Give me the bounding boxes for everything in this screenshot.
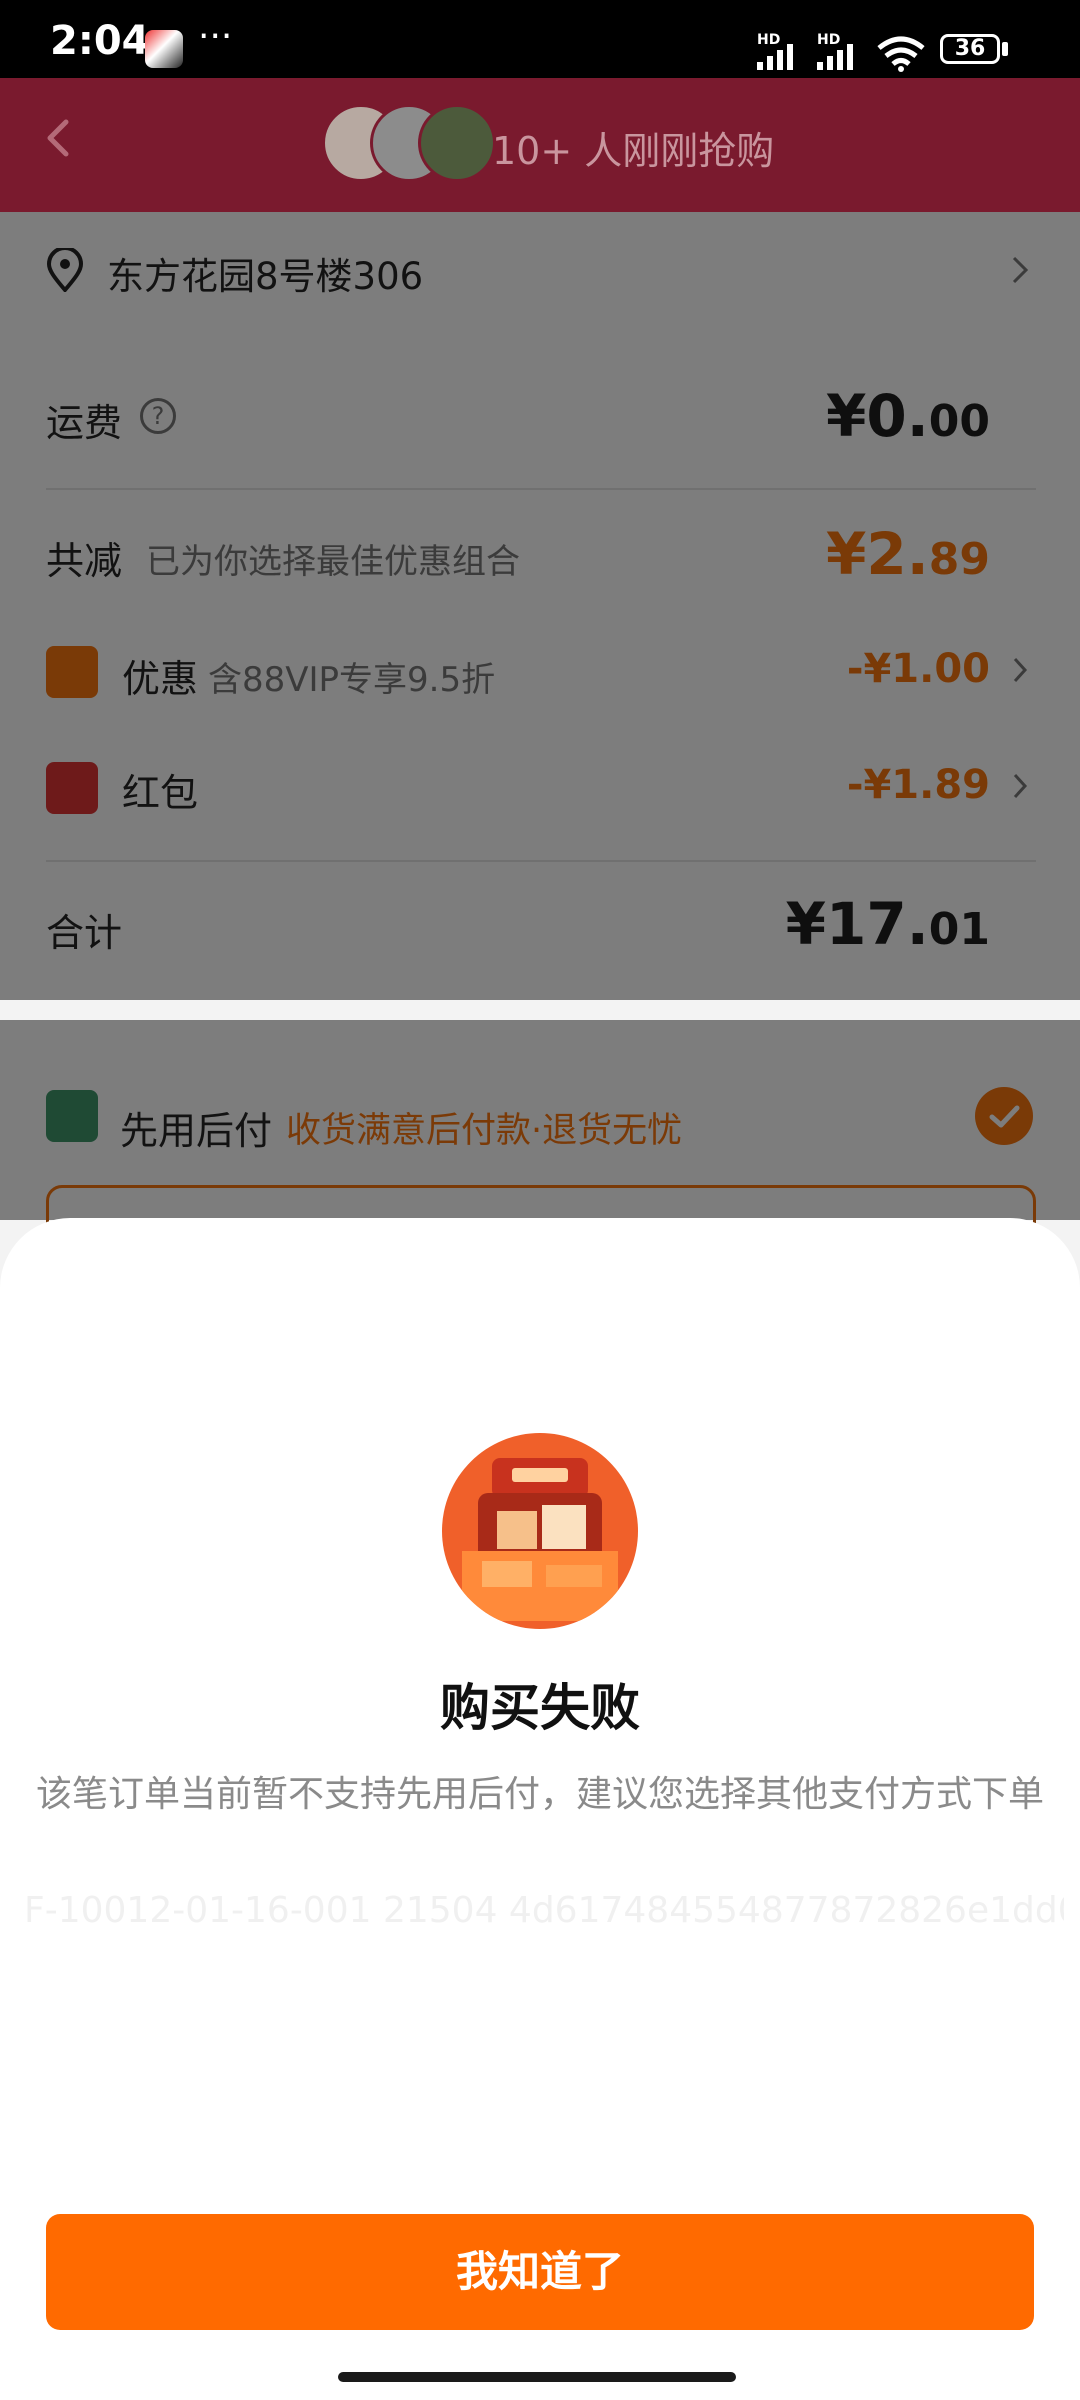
address-row[interactable]: 东方花园8号楼306 bbox=[0, 212, 1080, 330]
purchase-failed-sheet: 购买失败 该笔订单当前暂不支持先用后付，建议您选择其他支付方式下单 F-1001… bbox=[0, 1218, 1080, 2400]
total-discount-sub: 已为你选择最佳优惠组合 bbox=[146, 542, 520, 582]
shipping-label: 运费 bbox=[46, 401, 123, 445]
chevron-right-icon bbox=[1012, 256, 1029, 284]
shipping-amount: ¥0.00 bbox=[826, 382, 990, 450]
battery-nub bbox=[1002, 42, 1008, 56]
coupon-row[interactable] bbox=[0, 622, 1080, 718]
delivery-truck-illustration bbox=[442, 1433, 638, 1629]
avatar bbox=[418, 104, 496, 182]
battery-icon: 36 bbox=[940, 34, 1000, 64]
trace-id-text: F-10012-01-16-001 21504 4d61748455487787… bbox=[24, 1890, 1064, 1931]
price-breakdown: 运费 ? ¥0.00 共减 已为你选择最佳优惠组合 ¥2.89 优惠 含88VI… bbox=[0, 330, 1080, 1000]
back-icon[interactable] bbox=[40, 118, 80, 158]
total-amount: ¥17.01 bbox=[785, 890, 990, 958]
address-text: 东方花园8号楼306 bbox=[107, 255, 424, 298]
acknowledge-button[interactable]: 我知道了 bbox=[46, 2214, 1034, 2330]
pay-later-label: 先用后付 bbox=[120, 1109, 273, 1153]
red-packet-row[interactable] bbox=[0, 736, 1080, 832]
wifi-icon bbox=[877, 36, 925, 72]
home-indicator[interactable] bbox=[338, 2372, 736, 2382]
signal-icon-1 bbox=[757, 44, 793, 70]
location-pin-icon bbox=[46, 248, 84, 292]
pay-later-bag-icon bbox=[46, 1090, 98, 1142]
total-discount-amount: ¥2.89 bbox=[826, 520, 990, 588]
total-label: 合计 bbox=[46, 911, 123, 955]
total-discount-label: 共减 bbox=[46, 539, 123, 583]
divider bbox=[46, 860, 1036, 862]
selected-check-icon[interactable] bbox=[975, 1087, 1033, 1145]
more-notifications-icon: ··· bbox=[198, 16, 233, 57]
divider bbox=[46, 488, 1036, 490]
status-bar: 2:04 ··· HD HD 36 bbox=[0, 0, 1080, 78]
signal-icon-2 bbox=[817, 44, 853, 70]
sheet-message: 该笔订单当前暂不支持先用后付，建议您选择其他支付方式下单 bbox=[36, 1774, 1045, 1815]
status-time: 2:04 bbox=[50, 18, 150, 64]
recent-buyers-text: 10+ 人刚刚抢购 bbox=[492, 129, 775, 173]
sheet-title: 购买失败 bbox=[440, 1679, 640, 1737]
help-icon[interactable]: ? bbox=[140, 398, 176, 434]
pay-later-desc: 收货满意后付款·退货无忧 bbox=[286, 1111, 683, 1151]
app-notification-icon bbox=[145, 30, 183, 68]
pay-later-row[interactable]: 先用后付 收货满意后付款·退货无忧 bbox=[0, 1020, 1080, 1265]
buyer-avatars bbox=[322, 104, 496, 182]
